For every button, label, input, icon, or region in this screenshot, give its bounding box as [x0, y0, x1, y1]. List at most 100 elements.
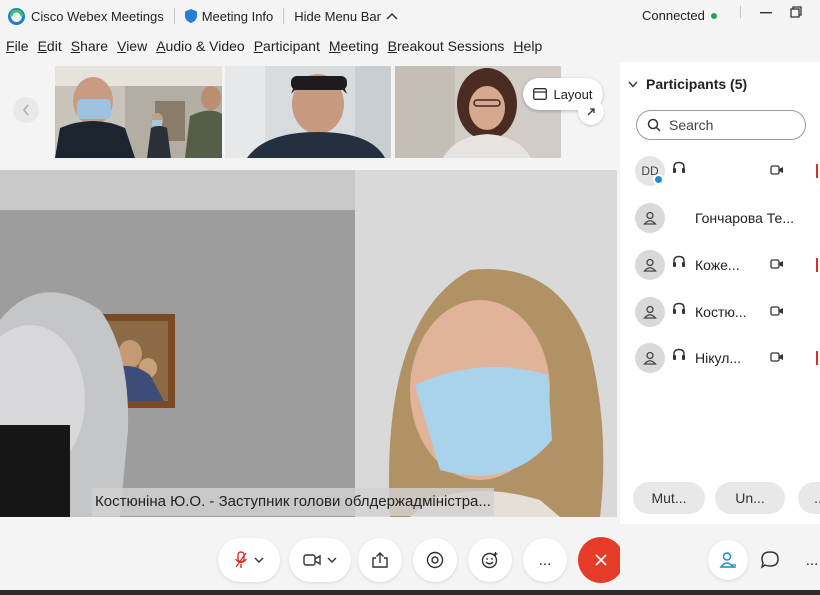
- more-options-button[interactable]: ...: [523, 538, 567, 582]
- connection-status: Connected: [642, 8, 717, 23]
- user-icon: [643, 351, 657, 365]
- separator-icon: [740, 6, 741, 18]
- chat-button[interactable]: [750, 540, 790, 580]
- participant-name: Костю...: [695, 304, 747, 320]
- unmute-all-button[interactable]: Un...: [715, 482, 785, 514]
- chevron-down-icon[interactable]: [628, 81, 638, 88]
- user-icon: [643, 211, 657, 225]
- search-icon: [647, 118, 661, 132]
- expand-arrow-icon: [587, 108, 595, 116]
- participant-row[interactable]: Гончарова Те...: [620, 199, 820, 239]
- menu-meeting[interactable]: Meeting: [329, 38, 379, 58]
- camera-icon: [770, 165, 783, 175]
- chevron-down-icon[interactable]: [327, 557, 337, 563]
- user-icon: [643, 258, 657, 272]
- video-thumbnail-2[interactable]: [225, 66, 391, 158]
- menu-audio-video[interactable]: Audio & Video: [156, 38, 244, 58]
- video-thumbnail-strip: Layout: [0, 62, 615, 162]
- participant-name: Нікул...: [695, 350, 742, 366]
- connection-label: Connected: [642, 8, 705, 23]
- more-label: ...: [805, 551, 819, 569]
- menu-file[interactable]: File: [6, 38, 29, 58]
- participants-title: Participants (5): [646, 76, 748, 92]
- mute-all-button[interactable]: Mut...: [633, 482, 705, 514]
- strip-next-button[interactable]: [578, 99, 604, 125]
- app-name: Cisco Webex Meetings: [31, 8, 164, 24]
- participant-name: Коже...: [695, 257, 740, 273]
- avatar: [635, 250, 665, 280]
- chevron-up-icon: [386, 12, 398, 20]
- participants-panel-button[interactable]: [708, 540, 748, 580]
- camera-icon: [770, 259, 783, 269]
- reactions-button[interactable]: [468, 538, 512, 582]
- window-controls: [740, 6, 802, 18]
- connected-dot-icon: [710, 12, 717, 19]
- chevron-left-icon: [23, 104, 29, 116]
- participant-row[interactable]: Нікул...: [620, 339, 820, 379]
- menu-share[interactable]: Share: [71, 38, 108, 58]
- participants-header[interactable]: Participants (5): [628, 76, 747, 92]
- participant-search-input[interactable]: Search: [636, 110, 806, 140]
- active-speaker-video[interactable]: [0, 170, 617, 517]
- avatar: [635, 297, 665, 327]
- participants-more-button[interactable]: ...: [798, 482, 820, 514]
- taskbar-edge: [0, 590, 820, 595]
- leave-meeting-button[interactable]: [578, 537, 624, 583]
- avatar: [635, 203, 665, 233]
- share-icon: [372, 552, 388, 568]
- record-button[interactable]: [413, 538, 457, 582]
- layout-icon: [533, 88, 548, 100]
- share-button[interactable]: [358, 538, 402, 582]
- headset-icon: [673, 348, 685, 360]
- restore-icon[interactable]: [790, 6, 802, 18]
- app-title: Cisco Webex Meetings: [0, 7, 164, 25]
- mic-muted-icon: [816, 351, 818, 365]
- meeting-controls: ...: [0, 524, 624, 595]
- host-status-icon: [653, 174, 664, 185]
- meeting-info-label: Meeting Info: [201, 8, 274, 24]
- hide-menu-label: Hide Menu Bar: [294, 8, 381, 24]
- minimize-icon[interactable]: [760, 6, 772, 18]
- menu-breakout-sessions[interactable]: Breakout Sessions: [388, 38, 505, 58]
- user-icon: [643, 305, 657, 319]
- chat-icon: [760, 551, 779, 569]
- participants-icon: [719, 552, 736, 568]
- avatar: [635, 343, 665, 373]
- divider: [173, 8, 175, 24]
- emoji-icon: [481, 552, 498, 569]
- meeting-info-button[interactable]: Meeting Info: [184, 8, 274, 24]
- participants-footer: Mut... Un... ...: [620, 470, 820, 524]
- chevron-down-icon[interactable]: [254, 557, 264, 563]
- menu-view[interactable]: View: [117, 38, 147, 58]
- speaker-caption: Костюніна Ю.О. - Заступник голови облдер…: [92, 488, 494, 516]
- more-label: ...: [538, 551, 552, 569]
- participant-name: Гончарова Те...: [695, 210, 794, 226]
- camera-icon: [303, 554, 321, 566]
- participant-row[interactable]: Костю...: [620, 293, 820, 333]
- title-bar: Cisco Webex Meetings Meeting Info Hide M…: [0, 0, 820, 32]
- close-icon: [595, 554, 607, 566]
- mic-muted-icon: [816, 258, 818, 272]
- strip-prev-button[interactable]: [13, 97, 39, 123]
- headset-icon: [673, 161, 685, 173]
- divider: [283, 8, 285, 24]
- menu-edit[interactable]: Edit: [38, 38, 62, 58]
- video-thumbnail-1[interactable]: [55, 66, 222, 158]
- menu-participant[interactable]: Participant: [254, 38, 320, 58]
- record-icon: [426, 551, 444, 569]
- headset-icon: [673, 302, 685, 314]
- video-button[interactable]: [289, 538, 351, 582]
- participant-row[interactable]: DD: [620, 152, 820, 192]
- menu-bar: File Edit Share View Audio & Video Parti…: [0, 38, 545, 58]
- hide-menu-bar-button[interactable]: Hide Menu Bar: [294, 9, 398, 24]
- mic-muted-icon: [816, 164, 818, 178]
- search-placeholder: Search: [669, 117, 714, 133]
- participants-panel: Participants (5) Search DD Гончарова Те.…: [620, 62, 820, 524]
- menu-help[interactable]: Help: [513, 38, 542, 58]
- headset-icon: [673, 255, 685, 267]
- participant-row[interactable]: Коже...: [620, 246, 820, 286]
- shield-icon: [184, 9, 197, 23]
- panel-more-button[interactable]: ...: [792, 540, 820, 580]
- mute-button[interactable]: [218, 538, 280, 582]
- camera-icon: [770, 306, 783, 316]
